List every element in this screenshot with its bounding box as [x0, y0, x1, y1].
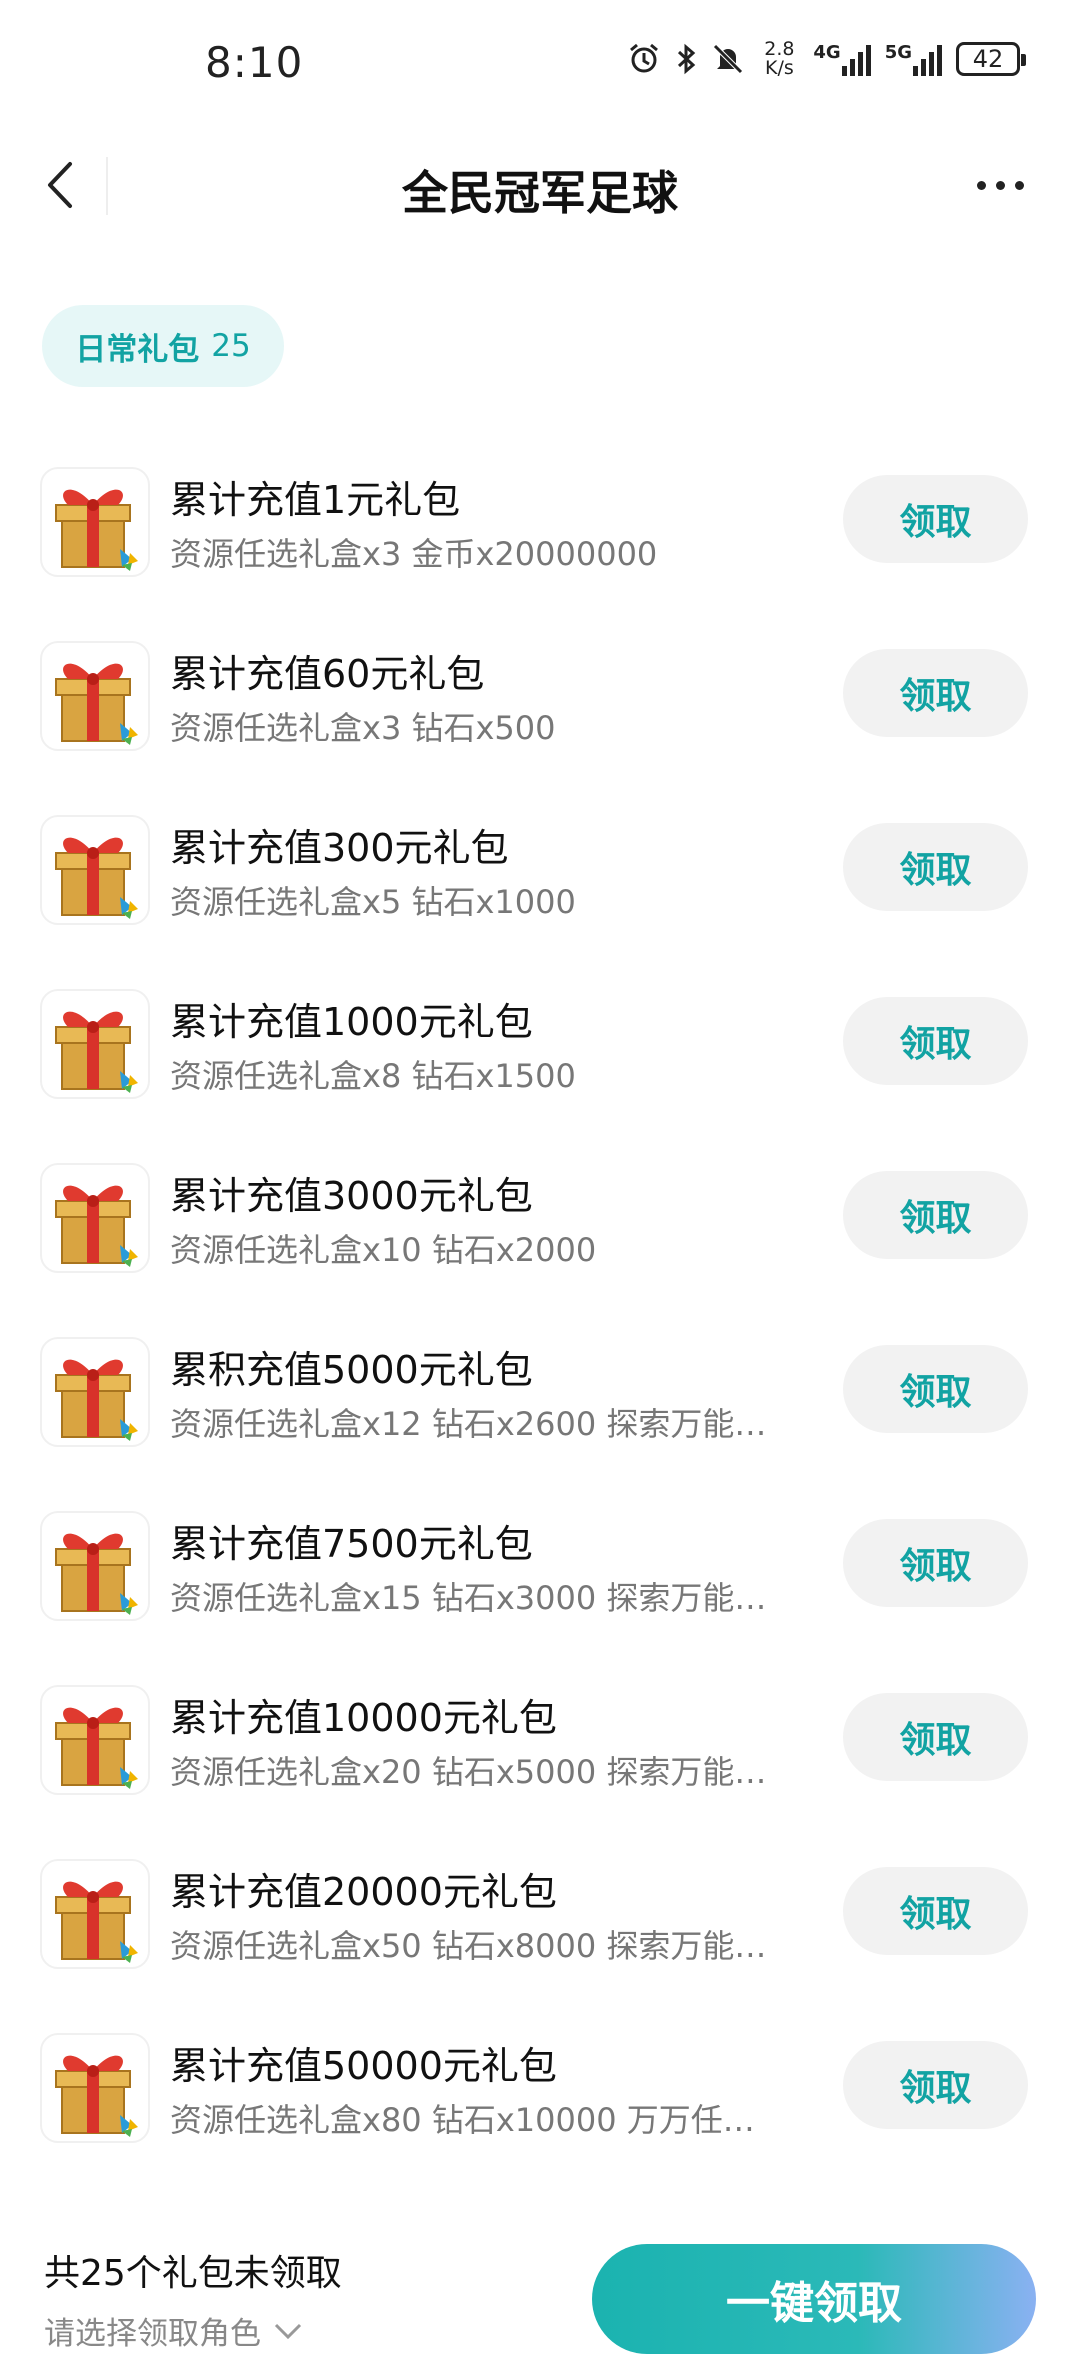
gift-name: 累计充值3000元礼包: [170, 1174, 533, 1218]
claim-button[interactable]: 领取: [843, 649, 1028, 737]
alarm-icon: [627, 42, 661, 76]
gift-description: 资源任选礼盒x10 钻石x2000: [170, 1231, 597, 1269]
gift-description: 资源任选礼盒x50 钻石x8000 探索万能…: [170, 1927, 767, 1965]
signal-bars-icon: [913, 45, 942, 76]
gift-row: 累计充值20000元礼包资源任选礼盒x50 钻石x8000 探索万能… 领取: [0, 1859, 1080, 2034]
claim-button[interactable]: 领取: [843, 997, 1028, 1085]
claim-button[interactable]: 领取: [843, 2041, 1028, 2129]
gift-name: 累计充值1元礼包: [170, 478, 461, 522]
gift-row: 累积充值5000元礼包资源任选礼盒x12 钻石x2600 探索万能… 领取: [0, 1337, 1080, 1512]
more-options-button[interactable]: [965, 155, 1035, 215]
claim-button[interactable]: 领取: [843, 1867, 1028, 1955]
chevron-down-icon: [274, 2323, 302, 2339]
gift-list[interactable]: 20级礼包万能碎片x3 能量饮料x3 技能升级券x3领取累计充值1元礼包资源任选…: [0, 420, 1080, 2220]
gift-box-icon: [40, 1859, 150, 1969]
gift-description: 资源任选礼盒x12 钻石x2600 探索万能…: [170, 1405, 767, 1443]
signal-5g: 5G: [885, 42, 942, 76]
battery-icon: 42: [956, 42, 1026, 76]
gift-row: 累计充值60元礼包资源任选礼盒x3 钻石x500 领取: [0, 641, 1080, 816]
mute-icon: [711, 42, 745, 76]
role-selector[interactable]: 请选择领取角色: [44, 2308, 303, 2353]
more-dot-icon: [995, 180, 1005, 190]
signal-4g: 4G: [813, 42, 871, 76]
gift-name: 累计充值7500元礼包: [170, 1522, 533, 1566]
claim-button[interactable]: 领取: [843, 475, 1028, 563]
gift-row: 累计充值1元礼包资源任选礼盒x3 金币x20000000 领取: [0, 467, 1080, 642]
gift-name: 累计充值60元礼包: [170, 652, 485, 696]
bluetooth-icon: [675, 42, 697, 76]
gift-row: 累计充值3000元礼包资源任选礼盒x10 钻石x2000 领取: [0, 1163, 1080, 1338]
gift-row: 20级礼包万能碎片x3 能量饮料x3 技能升级券x3领取: [0, 420, 1080, 468]
gift-name: 累积充值5000元礼包: [170, 1348, 533, 1392]
gift-row: 累计充值50000元礼包资源任选礼盒x80 钻石x10000 万万任… 领取: [0, 2033, 1080, 2208]
claim-all-button[interactable]: 一键领取: [592, 2244, 1036, 2354]
signal-bars-icon: [841, 45, 871, 76]
gift-row: 累计充值1000元礼包资源任选礼盒x8 钻石x1500 领取: [0, 989, 1080, 1164]
status-time: 8:10: [205, 38, 304, 87]
gift-name: 累计充值10000元礼包: [170, 1696, 557, 1740]
gift-box-icon: [40, 641, 150, 751]
gift-description: 资源任选礼盒x80 钻石x10000 万万任…: [170, 2101, 755, 2139]
network-speed: 2.8 K/s: [764, 38, 795, 79]
gift-name: 累计充值20000元礼包: [170, 1870, 557, 1914]
more-dot-icon: [1014, 180, 1024, 190]
tab-daily-gifts[interactable]: 日常礼包 25: [42, 305, 284, 387]
gift-name: 累计充值50000元礼包: [170, 2044, 557, 2088]
gift-box-icon: [40, 1163, 150, 1273]
gift-description: 资源任选礼盒x20 钻石x5000 探索万能…: [170, 1753, 767, 1791]
gift-name: 累计充值300元礼包: [170, 826, 509, 870]
status-bar: 8:10 2.8 K/s 4G 5G 42: [0, 0, 1080, 135]
gift-box-icon: [40, 1511, 150, 1621]
gift-description: 资源任选礼盒x5 钻石x1000: [170, 883, 576, 921]
role-selector-label: 请选择领取角色: [44, 2316, 261, 2352]
gift-row: 累计充值10000元礼包资源任选礼盒x20 钻石x5000 探索万能… 领取: [0, 1685, 1080, 1860]
gift-row: 累计充值300元礼包资源任选礼盒x5 钻石x1000 领取: [0, 815, 1080, 990]
claim-button[interactable]: 领取: [843, 1171, 1028, 1259]
gift-description: 资源任选礼盒x3 钻石x500: [170, 709, 556, 747]
gift-box-icon: [40, 1337, 150, 1447]
app-header: 全民冠军足球: [0, 135, 1080, 235]
status-icons: 2.8 K/s 4G 5G 42: [627, 38, 1026, 79]
gift-description: 资源任选礼盒x3 金币x20000000: [170, 535, 658, 573]
gift-name: 累计充值1000元礼包: [170, 1000, 533, 1044]
unclaimed-count: 共25个礼包未领取: [44, 2253, 342, 2294]
page-title: 全民冠军足球: [402, 166, 678, 220]
tab-label: 日常礼包: [75, 331, 200, 368]
gift-box-icon: [40, 467, 150, 577]
claim-button[interactable]: 领取: [843, 1345, 1028, 1433]
gift-row: 累计充值7500元礼包资源任选礼盒x15 钻石x3000 探索万能… 领取: [0, 1511, 1080, 1686]
gift-box-icon: [40, 1685, 150, 1795]
claim-button[interactable]: 领取: [843, 1693, 1028, 1781]
tab-count: 25: [211, 328, 251, 364]
gift-description: 资源任选礼盒x8 钻石x1500: [170, 1057, 576, 1095]
claim-button[interactable]: 领取: [843, 1519, 1028, 1607]
gift-box-icon: [40, 989, 150, 1099]
more-dot-icon: [976, 180, 986, 190]
footer-bar: 共25个礼包未领取 请选择领取角色 一键领取: [0, 2220, 1080, 2376]
claim-button[interactable]: 领取: [843, 823, 1028, 911]
gift-box-icon: [40, 2033, 150, 2143]
gift-box-icon: [40, 815, 150, 925]
gift-description: 资源任选礼盒x15 钻石x3000 探索万能…: [170, 1579, 767, 1617]
